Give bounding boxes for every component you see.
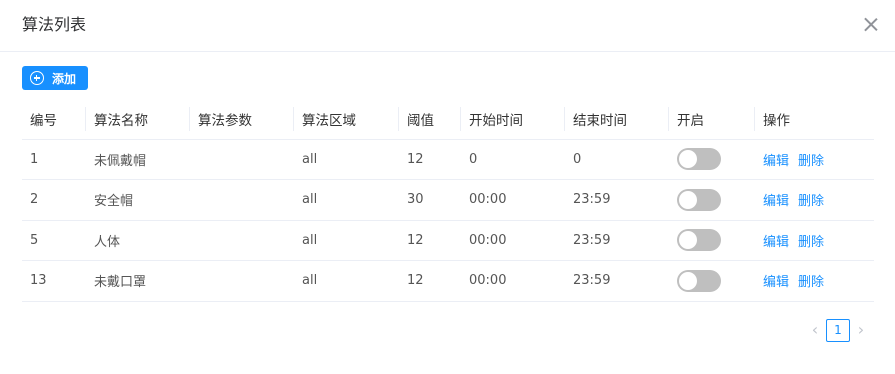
cell-name: 安全帽	[86, 179, 190, 221]
cell-id: 1	[22, 139, 86, 180]
cell-region: all	[294, 139, 399, 180]
cell-threshold: 30	[399, 179, 461, 221]
cell-threshold: 12	[399, 139, 461, 180]
chevron-right-icon[interactable]: ›	[852, 319, 870, 341]
pagination: ‹ 1 ›	[806, 318, 870, 342]
add-button[interactable]: 添加	[22, 66, 88, 90]
toggle-knob	[679, 231, 697, 250]
delete-link[interactable]: 删除	[798, 275, 824, 290]
toggle-knob	[679, 150, 697, 169]
delete-link[interactable]: 删除	[798, 194, 824, 209]
cell-enabled	[669, 179, 755, 221]
header-params: 算法参数	[190, 99, 294, 140]
dialog-header: 算法列表	[0, 0, 895, 52]
cell-params	[190, 179, 294, 221]
edit-link[interactable]: 编辑	[763, 154, 789, 169]
close-icon[interactable]	[860, 14, 882, 36]
cell-enabled	[669, 260, 755, 302]
header-threshold: 阈值	[399, 99, 461, 140]
cell-name: 未佩戴帽	[86, 139, 190, 180]
toggle-knob	[679, 271, 697, 290]
cell-end-time: 23:59	[565, 260, 669, 302]
cell-start-time: 00:00	[461, 179, 565, 221]
cell-region: all	[294, 220, 399, 261]
cell-params	[190, 220, 294, 261]
cell-name: 人体	[86, 220, 190, 261]
table-header-row: 编号 算法名称 算法参数 算法区域 阈值 开始时间 结束时间 开启 操作	[22, 99, 874, 140]
algorithm-table: 编号 算法名称 算法参数 算法区域 阈值 开始时间 结束时间 开启 操作 1 未…	[22, 99, 874, 302]
cell-enabled	[669, 220, 755, 261]
cell-params	[190, 139, 294, 180]
header-region: 算法区域	[294, 99, 399, 140]
add-button-label: 添加	[52, 71, 77, 86]
cell-start-time: 00:00	[461, 260, 565, 302]
algorithm-list-dialog: 算法列表 添加 编号 算法名称 算法参数 算法区域 阈值 开始时间 结束时间 开…	[0, 0, 895, 374]
page-number-button[interactable]: 1	[826, 318, 850, 342]
cell-region: all	[294, 260, 399, 302]
cell-actions: 编辑 删除	[755, 220, 874, 261]
plus-circle-icon	[30, 71, 44, 85]
table-row: 1 未佩戴帽 all 12 0 0 编辑 删除	[22, 139, 874, 180]
cell-end-time: 23:59	[565, 179, 669, 221]
table-row: 2 安全帽 all 30 00:00 23:59 编辑 删除	[22, 179, 874, 221]
header-enabled: 开启	[669, 99, 755, 140]
delete-link[interactable]: 删除	[798, 235, 824, 250]
cell-threshold: 12	[399, 220, 461, 261]
cell-id: 13	[22, 260, 86, 302]
enable-toggle[interactable]	[677, 188, 721, 211]
cell-id: 5	[22, 220, 86, 261]
cell-name: 未戴口罩	[86, 260, 190, 302]
table-row: 13 未戴口罩 all 12 00:00 23:59 编辑 删除	[22, 260, 874, 302]
edit-link[interactable]: 编辑	[763, 275, 789, 290]
table-row: 5 人体 all 12 00:00 23:59 编辑 删除	[22, 220, 874, 261]
toggle-knob	[679, 190, 697, 209]
cell-actions: 编辑 删除	[755, 139, 874, 180]
cell-actions: 编辑 删除	[755, 179, 874, 221]
delete-link[interactable]: 删除	[798, 154, 824, 169]
cell-start-time: 00:00	[461, 220, 565, 261]
header-end-time: 结束时间	[565, 99, 669, 140]
edit-link[interactable]: 编辑	[763, 194, 789, 209]
header-id: 编号	[22, 99, 86, 140]
cell-end-time: 23:59	[565, 220, 669, 261]
cell-actions: 编辑 删除	[755, 260, 874, 302]
cell-start-time: 0	[461, 139, 565, 180]
header-start-time: 开始时间	[461, 99, 565, 140]
enable-toggle[interactable]	[677, 148, 721, 171]
cell-params	[190, 260, 294, 302]
cell-end-time: 0	[565, 139, 669, 180]
chevron-left-icon[interactable]: ‹	[806, 319, 824, 341]
enable-toggle[interactable]	[677, 269, 721, 292]
cell-id: 2	[22, 179, 86, 221]
cell-region: all	[294, 179, 399, 221]
cell-enabled	[669, 139, 755, 180]
cell-threshold: 12	[399, 260, 461, 302]
header-actions: 操作	[755, 99, 874, 140]
header-name: 算法名称	[86, 99, 190, 140]
enable-toggle[interactable]	[677, 229, 721, 252]
dialog-title: 算法列表	[22, 15, 87, 34]
edit-link[interactable]: 编辑	[763, 235, 789, 250]
